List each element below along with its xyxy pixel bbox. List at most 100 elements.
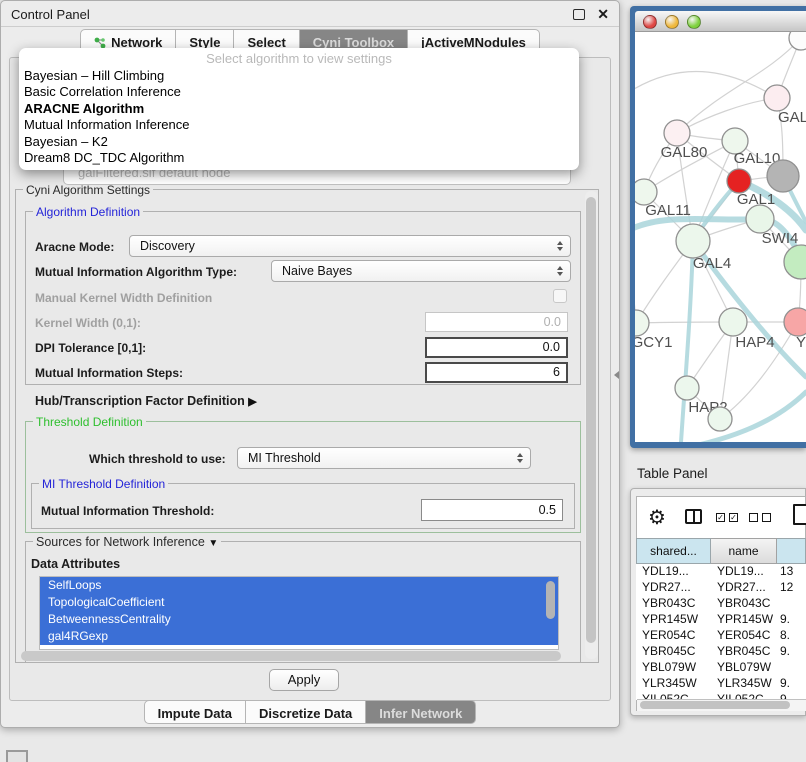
table-row[interactable]: YDL19...YDL19...13 [636, 564, 806, 580]
network-edge[interactable] [677, 98, 777, 133]
table-cell: 12 [777, 580, 806, 596]
network-node-gal1[interactable] [727, 169, 751, 193]
network-node-label: GAL80 [661, 144, 708, 161]
dropdown-item[interactable]: Dream8 DC_TDC Algorithm [19, 150, 579, 166]
network-node-label: HAP4 [735, 334, 774, 351]
network-canvas[interactable]: GALGAL80GAL10GAL1GAL11SWI4GAL4GCY1HAP4YH… [635, 32, 806, 442]
attribute-list-item[interactable]: TopologicalCoefficient [40, 594, 558, 611]
tab-infer-network[interactable]: Infer Network [366, 700, 476, 724]
table-cell [777, 596, 806, 612]
control-panel-window: Control Panel ✕ Network Style Select Cyn… [0, 0, 620, 728]
tab-discretize-data[interactable]: Discretize Data [246, 700, 366, 724]
dpi-tolerance-input[interactable]: 0.0 [425, 337, 568, 358]
table-row[interactable]: YER054CYER054C8. [636, 628, 806, 644]
network-node-label: SWI4 [762, 230, 799, 247]
dropdown-item-list: Bayesian – Hill ClimbingBasic Correlatio… [19, 68, 579, 166]
gear-icon[interactable]: ⚙ [648, 505, 666, 530]
network-node-gcy1[interactable] [635, 310, 649, 336]
which-threshold-combobox[interactable]: MI Threshold [237, 447, 531, 469]
aracne-mode-combobox[interactable]: Discovery [129, 235, 571, 257]
checked-pair-icon[interactable]: ✓✓ [716, 513, 738, 522]
network-node-hap4[interactable] [719, 308, 747, 336]
table-horizontal-scrollbar-thumb[interactable] [640, 701, 790, 709]
spinner-arrows-icon [517, 453, 523, 463]
dropdown-placeholder: Select algorithm to view settings [19, 51, 579, 68]
table-row[interactable]: YBL079WYBL079W [636, 660, 806, 676]
algorithm-definition-title: Algorithm Definition [33, 205, 143, 219]
table-cell: YBR045C [711, 644, 777, 660]
document-icon[interactable] [793, 504, 806, 525]
table-row[interactable]: YLR345WYLR345W9. [636, 676, 806, 692]
table-cell: YDL19... [711, 564, 777, 580]
table-cell: YBR043C [636, 596, 711, 612]
attribute-list-item[interactable]: BetweennessCentrality [40, 611, 558, 628]
attribute-list-item[interactable]: gal4RGexp [40, 628, 558, 645]
which-threshold-label: Which threshold to use: [89, 452, 226, 466]
tab-impute-data[interactable]: Impute Data [144, 700, 246, 724]
network-node-gal[interactable] [764, 85, 790, 111]
network-node-label: GAL11 [645, 202, 691, 219]
network-node-swi4[interactable] [746, 205, 774, 233]
data-attributes-label: Data Attributes [31, 557, 120, 571]
table-cell: 9. [777, 644, 806, 660]
kernel-width-input[interactable]: 0.0 [425, 312, 568, 332]
float-window-icon[interactable] [573, 9, 585, 20]
expander-down-arrow-icon: ▼ [208, 538, 218, 549]
mi-type-combobox[interactable]: Naive Bayes [271, 260, 571, 282]
panel-splitter-grip[interactable] [614, 371, 619, 379]
manual-kernel-checkbox[interactable] [553, 289, 567, 303]
column-header-partial[interactable] [777, 538, 806, 564]
minimized-panel-icon[interactable] [6, 750, 28, 762]
network-node-label: GAL [778, 109, 806, 126]
network-node-hap2[interactable] [675, 376, 699, 400]
table-row[interactable]: YDR27...YDR27...12 [636, 580, 806, 596]
hub-definition-expander[interactable]: Hub/Transcription Factor Definition ▶ [35, 394, 257, 408]
panel-title: Control Panel [11, 7, 90, 22]
table-cell: YPR145W [711, 612, 777, 628]
network-node[interactable] [708, 407, 732, 431]
mac-zoom-button[interactable] [687, 15, 701, 29]
network-window-titlebar[interactable] [635, 11, 806, 32]
mac-minimize-button[interactable] [665, 15, 679, 29]
table-cell: YDR27... [636, 580, 711, 596]
columns-icon[interactable] [685, 509, 702, 524]
unchecked-pair-icon[interactable] [749, 513, 771, 522]
list-scrollbar[interactable] [546, 581, 555, 619]
dropdown-item[interactable]: Bayesian – Hill Climbing [19, 68, 579, 84]
mi-threshold-input[interactable]: 0.5 [421, 499, 563, 521]
table-cell [777, 660, 806, 676]
table-cell: YER054C [711, 628, 777, 644]
dropdown-item[interactable]: ARACNE Algorithm [19, 101, 579, 117]
dropdown-item[interactable]: Mutual Information Inference [19, 117, 579, 133]
table-row[interactable]: YBR045CYBR045C9. [636, 644, 806, 660]
apply-button[interactable]: Apply [269, 669, 339, 691]
column-header-name[interactable]: name [711, 538, 777, 564]
mi-steps-input[interactable]: 6 [425, 362, 568, 383]
close-icon[interactable]: ✕ [597, 6, 609, 23]
settings-vertical-scrollbar-thumb[interactable] [586, 197, 596, 643]
table-cell: 9. [777, 676, 806, 692]
settings-horizontal-scrollbar-thumb[interactable] [21, 651, 561, 661]
table-panel-title: Table Panel [637, 466, 708, 481]
sources-group-title[interactable]: Sources for Network Inference ▼ [33, 535, 221, 549]
table-row[interactable]: YBR043CYBR043C [636, 596, 806, 612]
network-node-gal4[interactable] [676, 224, 710, 258]
table-row[interactable]: YPR145WYPR145W9. [636, 612, 806, 628]
dropdown-item[interactable]: Basic Correlation Inference [19, 84, 579, 100]
table-cell: YDL19... [636, 564, 711, 580]
expander-right-arrow-icon: ▶ [248, 396, 256, 408]
network-node-gal80[interactable] [664, 120, 690, 146]
data-attributes-list: SelfLoopsTopologicalCoefficientBetweenne… [39, 576, 559, 650]
mac-close-button[interactable] [643, 15, 657, 29]
network-node-y[interactable] [784, 308, 806, 336]
bottom-tab-bar: Impute Data Discretize Data Infer Networ… [1, 700, 619, 724]
network-node[interactable] [784, 245, 806, 279]
attribute-list-item[interactable]: SelfLoops [40, 577, 558, 594]
dpi-tolerance-label: DPI Tolerance [0,1]: [35, 341, 146, 355]
network-node-label: GAL4 [693, 255, 731, 272]
table-cell: YLR345W [711, 676, 777, 692]
column-header-shared[interactable]: shared... [636, 538, 711, 564]
table-cell: YLR345W [636, 676, 711, 692]
network-node[interactable] [767, 160, 799, 192]
dropdown-item[interactable]: Bayesian – K2 [19, 134, 579, 150]
